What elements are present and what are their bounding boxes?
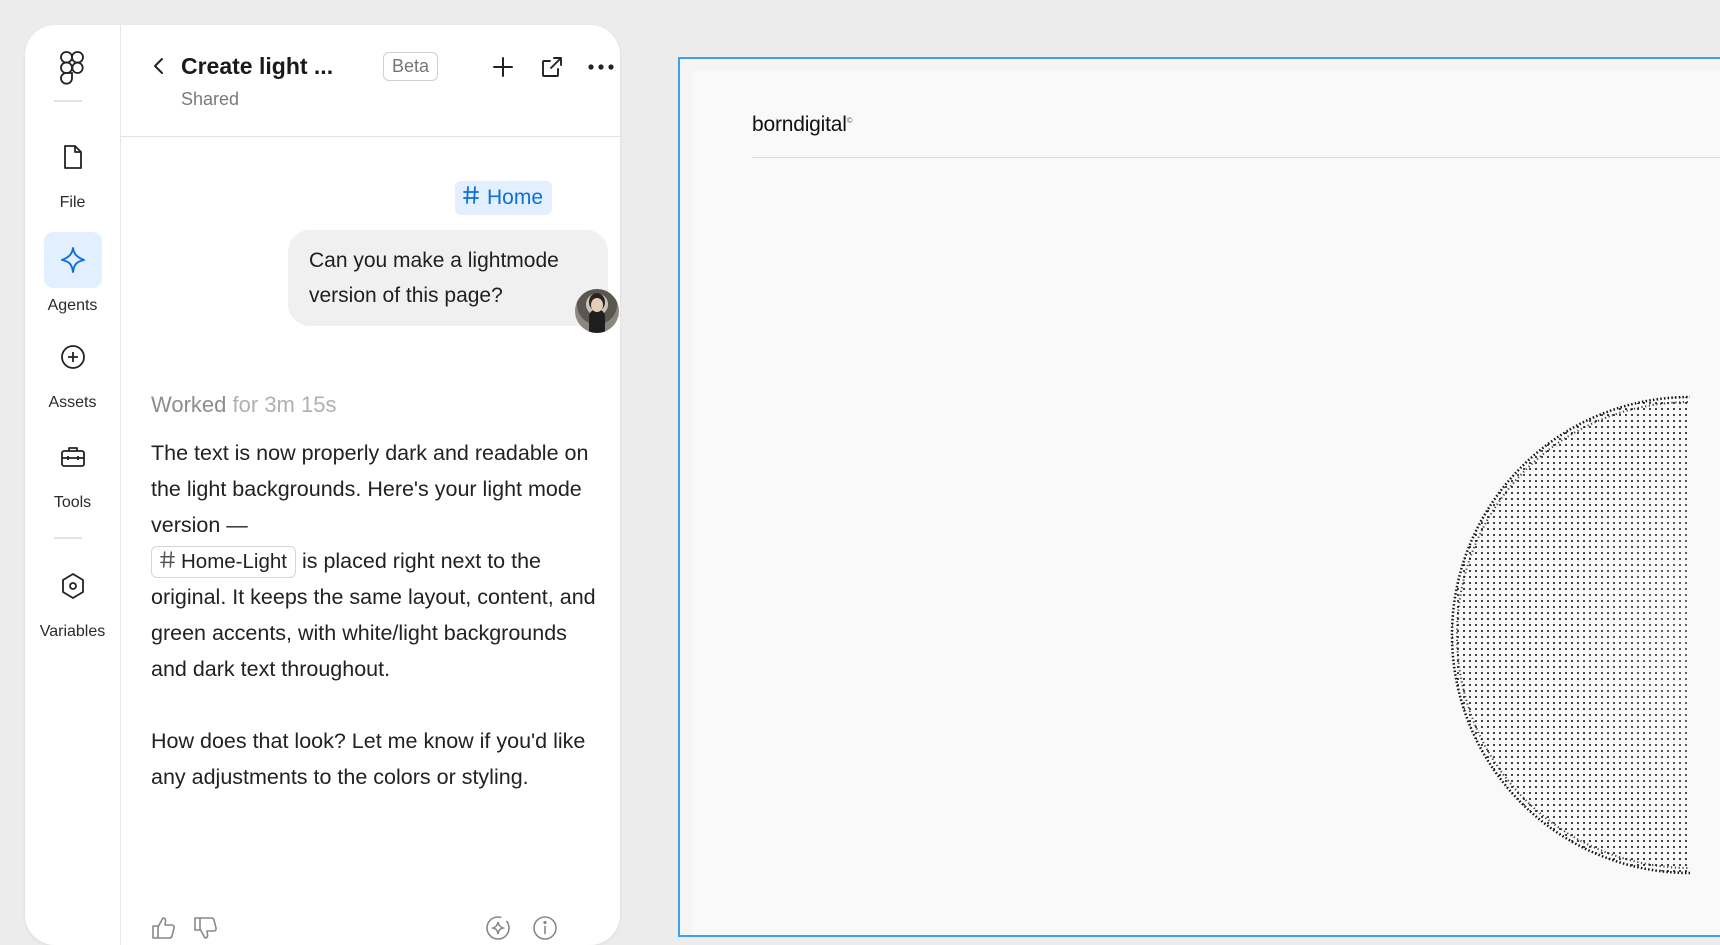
user-message: Can you make a lightmode version of this… [288, 230, 608, 326]
hash-icon [160, 547, 175, 577]
frame-tag-label: Home-Light [181, 550, 287, 573]
hexagon-icon [44, 558, 102, 614]
header-divider [752, 157, 1720, 158]
rail-item-file[interactable]: File [25, 129, 120, 212]
rail-item-label: File [59, 194, 86, 211]
worked-duration: for 3m 15s [232, 392, 337, 417]
brand-logo: borndigital© [752, 113, 853, 137]
toolbox-icon [44, 429, 102, 485]
new-chat-button[interactable] [489, 53, 517, 81]
worked-status[interactable]: Worked for 3m 15s [151, 392, 336, 418]
context-tag-label: Home [487, 186, 544, 209]
dotted-sphere-graphic [1450, 395, 1690, 875]
tool-rail: File Agents Assets Tools Variables [25, 25, 121, 945]
frame-tag-home-light[interactable]: Home-Light [151, 546, 296, 578]
rail-item-label: Variables [39, 623, 106, 640]
back-icon[interactable] [147, 54, 171, 78]
beta-badge: Beta [383, 52, 439, 81]
brand-name: borndigital [752, 113, 847, 136]
chat-header: Create light ... Shared Beta [121, 25, 620, 137]
agent-chat: Create light ... Shared Beta Home Can yo… [121, 25, 620, 945]
rail-item-assets[interactable]: Assets [25, 329, 120, 412]
canvas-page: borndigital© [692, 71, 1720, 935]
rail-item-variables[interactable]: Variables [25, 558, 120, 641]
file-icon [44, 129, 102, 185]
agent-followup: How does that look? Let me know if you'd… [151, 729, 586, 789]
figma-logo-icon[interactable] [54, 50, 90, 86]
rail-divider [54, 537, 82, 539]
plus-circle-icon [44, 329, 102, 385]
left-panel: File Agents Assets Tools Variables Creat… [25, 25, 620, 945]
thumbs-down-icon[interactable] [191, 913, 221, 943]
rail-item-label: Assets [48, 394, 97, 411]
rail-item-tools[interactable]: Tools [25, 429, 120, 512]
sparkle-icon [43, 232, 102, 288]
chat-title[interactable]: Create light ... [181, 53, 333, 80]
thumbs-up-icon[interactable] [149, 913, 179, 943]
brand-mark: © [846, 116, 853, 125]
canvas-frame-selected[interactable]: borndigital© [678, 57, 1720, 937]
rail-divider [54, 100, 82, 102]
chat-subtitle: Shared [181, 89, 240, 109]
rail-item-agents[interactable]: Agents [25, 232, 120, 315]
agent-reply: The text is now properly dark and readab… [151, 435, 606, 687]
context-tag-home[interactable]: Home [455, 181, 553, 215]
more-options-button[interactable] [587, 53, 615, 81]
hash-icon [463, 186, 479, 210]
rail-item-label: Agents [47, 297, 98, 314]
open-external-button[interactable] [538, 53, 566, 81]
worked-label: Worked [151, 392, 227, 417]
info-icon[interactable] [530, 913, 560, 943]
reply-text: The text is now properly dark and readab… [151, 441, 589, 537]
sparkle-refresh-icon[interactable] [483, 913, 513, 943]
avatar [575, 289, 619, 333]
rail-item-label: Tools [53, 494, 92, 511]
